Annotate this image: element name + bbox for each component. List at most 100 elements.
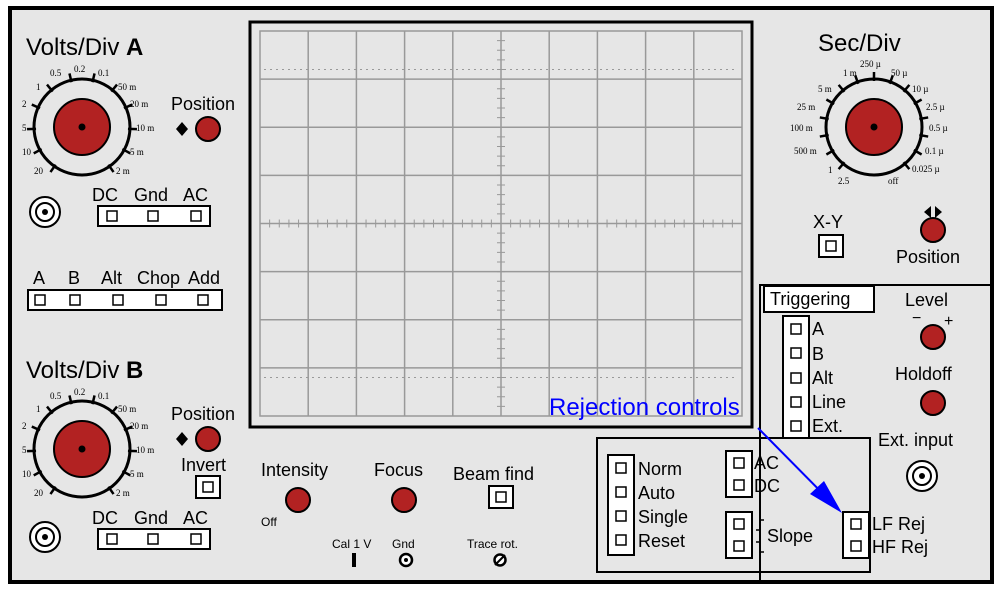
hf-rej-label: HF Rej [872, 537, 928, 557]
coupling-dc-button[interactable] [106, 210, 118, 222]
holdoff-knob[interactable] [920, 390, 946, 416]
dial-tick [919, 133, 929, 138]
dial-label: 5 m [818, 84, 832, 94]
mode-a-button[interactable] [34, 294, 46, 306]
trace-rot-screw-icon[interactable] [493, 553, 507, 567]
lf-rej-label: LF Rej [872, 514, 925, 534]
dial-label: 50 m [118, 404, 136, 414]
coupling-gnd-button[interactable] [147, 533, 159, 545]
sweep-reset-button[interactable] [615, 534, 627, 546]
beam-find-button[interactable] [495, 491, 507, 503]
source-label: Alt [812, 368, 833, 388]
source-label: Ext. [812, 416, 843, 436]
trigger-dc-label: DC [754, 476, 780, 496]
source-line-button[interactable] [790, 396, 802, 408]
mode-switch [27, 289, 223, 311]
source-ext-button[interactable] [790, 420, 802, 432]
sweep-label: Reset [638, 531, 685, 551]
mode-label: Add [188, 268, 220, 288]
slope-negative-button[interactable] [733, 540, 745, 552]
sweep-label: Norm [638, 459, 682, 479]
dial-label: 2 m [116, 488, 130, 498]
source-b-button[interactable] [790, 347, 802, 359]
dial-label: 20 [34, 166, 44, 176]
dial-label: 0.1 [98, 391, 109, 401]
channel-b-position-knob[interactable] [195, 426, 221, 452]
intensity-knob[interactable] [285, 487, 311, 513]
dial-label: 10 [22, 469, 32, 479]
dial-label: 1 [828, 165, 833, 175]
dial-label: 20 m [130, 421, 148, 431]
dial-label: 10 m [136, 445, 154, 455]
source-a-button[interactable] [790, 323, 802, 335]
channel-a-coupling-labels: DC Gnd AC [92, 185, 208, 205]
slope-label: Slope [767, 526, 813, 546]
ext-input-bnc[interactable] [906, 460, 938, 492]
coupling-label: DC [92, 508, 118, 528]
dial-label: 50 µ [891, 68, 907, 78]
trigger-dc-button[interactable] [733, 479, 745, 491]
dial-label: 0.2 [74, 387, 85, 397]
level-minus-sign: − [912, 310, 921, 327]
dial-tick [819, 133, 829, 138]
triggering-title: Triggering [770, 289, 850, 309]
mode-alt-button[interactable] [112, 294, 124, 306]
coupling-label: Gnd [134, 185, 168, 205]
sweep-single-button[interactable] [615, 510, 627, 522]
channel-a-bnc-input[interactable] [29, 196, 61, 228]
channel-b-position-label: Position [171, 404, 235, 424]
coupling-dc-button[interactable] [106, 533, 118, 545]
horizontal-position-knob[interactable] [920, 217, 946, 243]
hf-rej-button[interactable] [850, 540, 862, 552]
ext-input-label: Ext. input [878, 430, 953, 450]
source-label: A [812, 319, 824, 339]
invert-label: Invert [181, 455, 226, 475]
coupling-label: AC [183, 185, 208, 205]
mode-b-button[interactable] [69, 294, 81, 306]
sec-div-title: Sec/Div [818, 30, 901, 57]
dial-label: 5 m [130, 147, 144, 157]
dial-label: 2.5 [838, 176, 850, 186]
trigger-ac-button[interactable] [733, 457, 745, 469]
source-label: Line [812, 392, 846, 412]
sweep-label: Single [638, 507, 688, 527]
dial-label: 10 [22, 147, 32, 157]
coupling-label: Gnd [134, 508, 168, 528]
mode-label: A [33, 268, 45, 288]
sweep-auto-button[interactable] [615, 486, 627, 498]
channel-b-bnc-input[interactable] [29, 521, 61, 553]
dial-label: 2 [22, 421, 27, 431]
channel-b-title: Volts/Div B [26, 357, 143, 384]
dial-label: 5 [22, 445, 27, 455]
gnd-terminal[interactable] [398, 552, 414, 568]
xy-label: X-Y [813, 212, 843, 232]
dial-label: 0.5 µ [929, 123, 948, 133]
dial-label: 5 [22, 123, 27, 133]
coupling-label: DC [92, 185, 118, 205]
focus-knob[interactable] [391, 487, 417, 513]
dial-label: 20 [34, 488, 44, 498]
level-knob[interactable] [920, 324, 946, 350]
level-plus-sign: + [944, 313, 953, 330]
dial-label: 0.2 [74, 64, 85, 74]
dial-label: 1 m [843, 68, 857, 78]
dial-label: 5 m [130, 469, 144, 479]
mode-chop-button[interactable] [155, 294, 167, 306]
dial-label: 0.025 µ [912, 164, 940, 174]
source-alt-button[interactable] [790, 372, 802, 384]
slope-positive-button[interactable] [733, 518, 745, 530]
channel-a-position-knob[interactable] [195, 116, 221, 142]
mode-add-button[interactable] [197, 294, 209, 306]
coupling-ac-button[interactable] [190, 210, 202, 222]
invert-button[interactable] [202, 481, 214, 493]
dial-label: 20 m [130, 99, 148, 109]
coupling-ac-button[interactable] [190, 533, 202, 545]
dial-label: 1 [36, 404, 41, 414]
cal-terminal[interactable] [352, 553, 356, 567]
xy-button[interactable] [825, 240, 837, 252]
crt-screen [248, 20, 754, 429]
coupling-gnd-button[interactable] [147, 210, 159, 222]
sweep-norm-button[interactable] [615, 462, 627, 474]
dial-label: 50 m [118, 82, 136, 92]
lf-rej-button[interactable] [850, 518, 862, 530]
